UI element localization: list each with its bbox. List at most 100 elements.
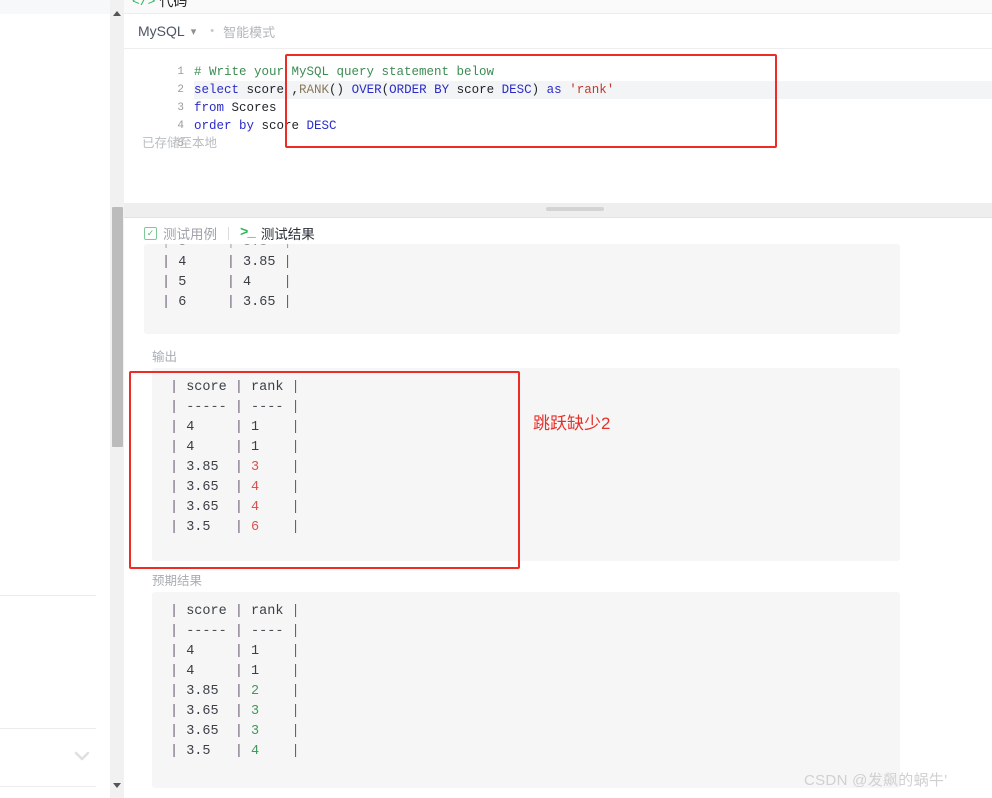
- code-token: OVER: [351, 83, 382, 97]
- table-pipe: |: [170, 664, 187, 679]
- table-pipe: |: [234, 460, 252, 475]
- cell-score: 3.65: [186, 500, 235, 515]
- table-pipe: |: [291, 604, 300, 619]
- code-token: ): [531, 83, 547, 97]
- code-token: DESC: [501, 83, 532, 97]
- cell-score: score: [186, 604, 235, 619]
- cell-score: 4: [186, 420, 235, 435]
- cell-score: 4: [186, 664, 235, 679]
- tab-testcase[interactable]: ✓ 测试用例: [144, 223, 217, 243]
- cell-rank: 4: [251, 500, 292, 515]
- table-pipe: |: [170, 480, 187, 495]
- table-pipe: |: [170, 440, 187, 455]
- code-token: score: [449, 83, 502, 97]
- table-pipe: |: [234, 440, 252, 455]
- table-pipe: |: [234, 704, 252, 719]
- tab-testresult[interactable]: >_ 测试结果: [240, 223, 315, 243]
- language-selector-label: MySQL: [138, 23, 185, 39]
- cell-rank: 3.65: [243, 295, 284, 310]
- scrollbar-thumb[interactable]: [112, 207, 123, 447]
- code-token: (): [329, 83, 352, 97]
- cell-rank: 1: [251, 420, 292, 435]
- table-row: | 4 | 1 |: [170, 438, 900, 458]
- table-separator-row: | ----- | ---- |: [170, 622, 900, 642]
- cell-rank: rank: [251, 604, 292, 619]
- table-pipe: |: [226, 255, 244, 270]
- app-root: </> 代码 MySQL ▾ • 智能模式 1 2 3 4 5 # Write your…: [0, 0, 992, 798]
- editor-code-line: select score ,RANK() OVER(ORDER BY score…: [194, 81, 992, 99]
- cell-score: 3.65: [186, 704, 235, 719]
- editor-code-line: from Scores: [194, 99, 992, 117]
- table-row: | 3.85 | 3 |: [170, 458, 900, 478]
- table-pipe: |: [291, 644, 300, 659]
- cell-rank: 1: [251, 644, 292, 659]
- table-pipe: |: [162, 255, 179, 270]
- watermark: CSDN @发飙的蜗牛': [804, 772, 948, 789]
- cell-rank: 1: [251, 440, 292, 455]
- editor-line-number: 2: [177, 84, 184, 96]
- table-pipe: |: [170, 420, 187, 435]
- code-token: order by: [194, 119, 255, 133]
- code-brackets-icon: </>: [132, 0, 156, 9]
- table-pipe: |: [227, 244, 243, 250]
- editor-code-line: [194, 135, 992, 153]
- table-pipe: |: [291, 704, 300, 719]
- left-top-strip: [0, 0, 110, 14]
- language-selector[interactable]: MySQL ▾: [138, 23, 196, 39]
- table-pipe: |: [226, 275, 244, 290]
- cell-score: 5: [178, 275, 227, 290]
- editor-line-number: 1: [177, 66, 184, 78]
- table-pipe: |: [170, 520, 187, 535]
- expected-section-label: 预期结果: [152, 574, 203, 588]
- table-pipe: |: [170, 724, 187, 739]
- table-pipe: |: [234, 744, 252, 759]
- cell-rank: rank: [251, 380, 292, 395]
- table-row: | 3.5 | 6 |: [170, 518, 900, 538]
- table-pipe: |: [170, 380, 187, 395]
- output-result-block: | score | rank | | ----- | ---- | | 4 | 1 …: [152, 368, 900, 561]
- panel-resize-handle[interactable]: [546, 207, 604, 211]
- code-token: 'rank': [569, 83, 615, 97]
- chevron-down-icon[interactable]: [70, 748, 94, 764]
- tab-separator: [228, 226, 229, 240]
- table-row: | 4 | 1 |: [170, 642, 900, 662]
- table-row: | 4 | 3.85 |: [162, 253, 900, 273]
- table-row: | 3.65 | 3 |: [170, 702, 900, 722]
- table-pipe: |: [291, 480, 300, 495]
- table-pipe: |: [283, 275, 292, 290]
- table-pipe: |: [291, 420, 300, 435]
- smart-mode-label[interactable]: 智能模式: [223, 22, 275, 41]
- annotation-text: 跳跃缺少2: [533, 414, 611, 433]
- main-panel: </> 代码 MySQL ▾ • 智能模式 1 2 3 4 5 # Write your…: [124, 0, 992, 798]
- editor-header-strip: </> 代码: [124, 0, 992, 13]
- table-pipe: |: [283, 295, 292, 310]
- table-pipe: |: [234, 664, 252, 679]
- scrollbar-down-arrow-icon[interactable]: [110, 780, 124, 790]
- table-pipe: |: [170, 704, 187, 719]
- table-pipe: |: [170, 604, 187, 619]
- cell-rank: 1: [251, 664, 292, 679]
- cell-score: 4: [178, 255, 227, 270]
- table-pipe: |: [162, 275, 179, 290]
- table-pipe: |: [170, 400, 187, 415]
- code-editor[interactable]: 12345 # Write your MySQL query statement…: [162, 56, 992, 152]
- editor-code-lines[interactable]: # Write your MySQL query statement below…: [184, 56, 992, 152]
- tab-code[interactable]: </> 代码: [132, 0, 187, 11]
- cell-rank: 3: [251, 704, 292, 719]
- table-pipe: |: [234, 420, 252, 435]
- table-pipe: |: [234, 520, 252, 535]
- saved-locally-note: 已存储至本地: [142, 136, 218, 150]
- table-pipe: |: [291, 520, 300, 535]
- test-panel-tabs: ✓ 测试用例 >_ 测试结果: [144, 223, 315, 243]
- table-row: | 5 | 4 |: [162, 273, 900, 293]
- table-pipe: |: [284, 244, 292, 250]
- testcase-input-block: | 5 | 3.8 || 4 | 3.85 || 5 | 4 || 6 | 3.…: [144, 244, 900, 334]
- cell-score: 3.65: [186, 480, 235, 495]
- scrollbar-up-arrow-icon[interactable]: [110, 8, 124, 18]
- table-pipe: |: [291, 380, 300, 395]
- table-pipe: |: [234, 480, 252, 495]
- code-token: select: [194, 83, 240, 97]
- table-header-row: | score | rank |: [170, 378, 900, 398]
- table-row: | 3.65 | 4 |: [170, 478, 900, 498]
- table-pipe: |: [234, 644, 252, 659]
